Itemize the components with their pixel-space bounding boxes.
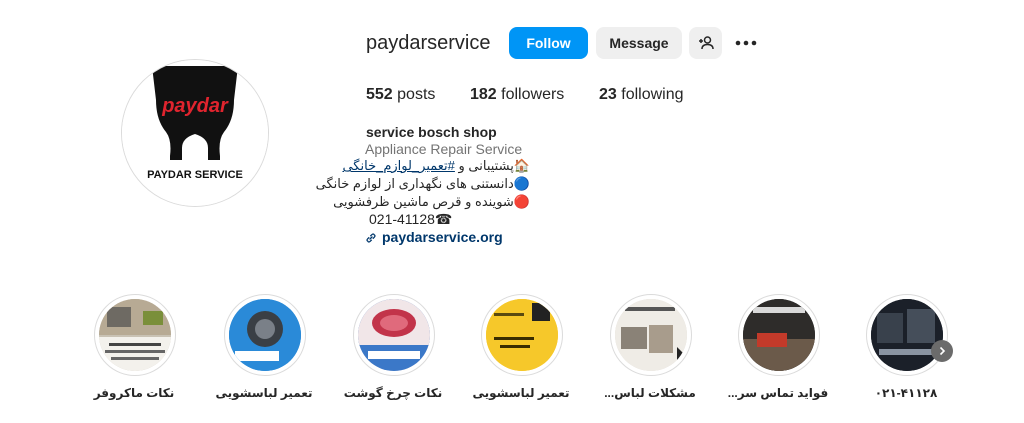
house-emoji-icon: 🏠 <box>513 158 530 173</box>
bio-line-2: 🔵دانستنی های نگهداری از لوازم خانگی <box>316 176 530 192</box>
highlight-cover <box>99 299 171 371</box>
highlight-label: نکات چرخ گوشت <box>343 386 443 400</box>
bio-category: Appliance Repair Service <box>365 141 523 157</box>
bio-line-2-text: دانستنی های نگهداری از لوازم خانگی <box>315 176 514 191</box>
bio-phone: 021-41128☎ <box>369 211 453 227</box>
highlight-label: تعمیر لباسشویی <box>472 386 570 400</box>
following-count[interactable]: 23 following <box>599 86 684 104</box>
highlight-label: فواید تماس سر... <box>727 386 829 400</box>
posts-label: posts <box>397 86 436 103</box>
followers-count[interactable]: 182 followers <box>470 86 564 104</box>
highlight-label: ۰۲۱-۴۱۱۲۸ <box>874 386 938 400</box>
follow-button[interactable]: Follow <box>509 27 588 59</box>
posts-count: 552 posts <box>366 86 435 104</box>
highlight-cover-image <box>99 299 171 371</box>
bio-website-link[interactable]: paydarservice.org <box>382 229 503 245</box>
link-icon <box>366 233 376 243</box>
highlights-next-button[interactable] <box>931 340 953 362</box>
logo-wordmark: paydar <box>161 95 229 117</box>
profile-avatar[interactable]: paydar PAYDAR SERVICE <box>121 59 269 207</box>
message-button[interactable]: Message <box>596 27 682 59</box>
highlight-item[interactable] <box>738 294 820 376</box>
highlight-cover-image <box>229 299 301 371</box>
more-options-button[interactable] <box>730 27 762 59</box>
bio-hashtag-link[interactable]: #تعمیر_لوازم_خانگی <box>342 158 454 173</box>
highlight-cover <box>229 299 301 371</box>
highlight-item[interactable] <box>353 294 435 376</box>
highlight-label: مشکلات لباس... <box>604 386 696 400</box>
highlight-cover <box>615 299 687 371</box>
highlight-cover-image <box>743 299 815 371</box>
highlight-cover <box>358 299 430 371</box>
bio-line-3: 🔴شوینده و قرص ماشین ظرفشویی <box>333 194 530 210</box>
bio-line-1-text: پشتیبانی و <box>454 158 514 173</box>
highlight-cover <box>743 299 815 371</box>
profile-username: paydarservice <box>366 32 491 54</box>
followers-number: 182 <box>470 86 497 103</box>
highlight-cover-image <box>615 299 687 371</box>
logo-caption: PAYDAR SERVICE <box>147 169 243 181</box>
bio-line-3-text: شوینده و قرص ماشین ظرفشویی <box>333 194 514 209</box>
highlight-item[interactable] <box>610 294 692 376</box>
highlight-label: نکات ماکروفر <box>93 386 175 400</box>
highlight-cover <box>486 299 558 371</box>
suggested-accounts-button[interactable] <box>689 27 722 59</box>
highlight-label: تعمیر لباسشویی <box>215 386 313 400</box>
more-options-icon <box>735 40 757 46</box>
followers-label: followers <box>501 86 565 103</box>
following-label: following <box>621 86 684 103</box>
blue-circle-emoji-icon: 🔵 <box>513 176 530 191</box>
highlight-cover-image <box>358 299 430 371</box>
bio-name: service bosch shop <box>366 124 497 140</box>
highlight-item[interactable] <box>481 294 563 376</box>
highlight-item[interactable] <box>94 294 176 376</box>
highlight-cover-image <box>871 299 943 371</box>
chevron-right-icon <box>939 346 946 356</box>
highlight-item[interactable] <box>866 294 948 376</box>
following-number: 23 <box>599 86 617 103</box>
highlight-item[interactable] <box>224 294 306 376</box>
paydar-logo: paydar PAYDAR SERVICE <box>122 60 268 206</box>
posts-number: 552 <box>366 86 393 103</box>
highlight-cover <box>871 299 943 371</box>
add-person-icon <box>698 36 714 50</box>
highlight-cover-image <box>486 299 558 371</box>
bio-line-1: 🏠پشتیبانی و #تعمیر_لوازم_خانگی <box>342 158 530 174</box>
red-circle-emoji-icon: 🔴 <box>513 194 530 209</box>
